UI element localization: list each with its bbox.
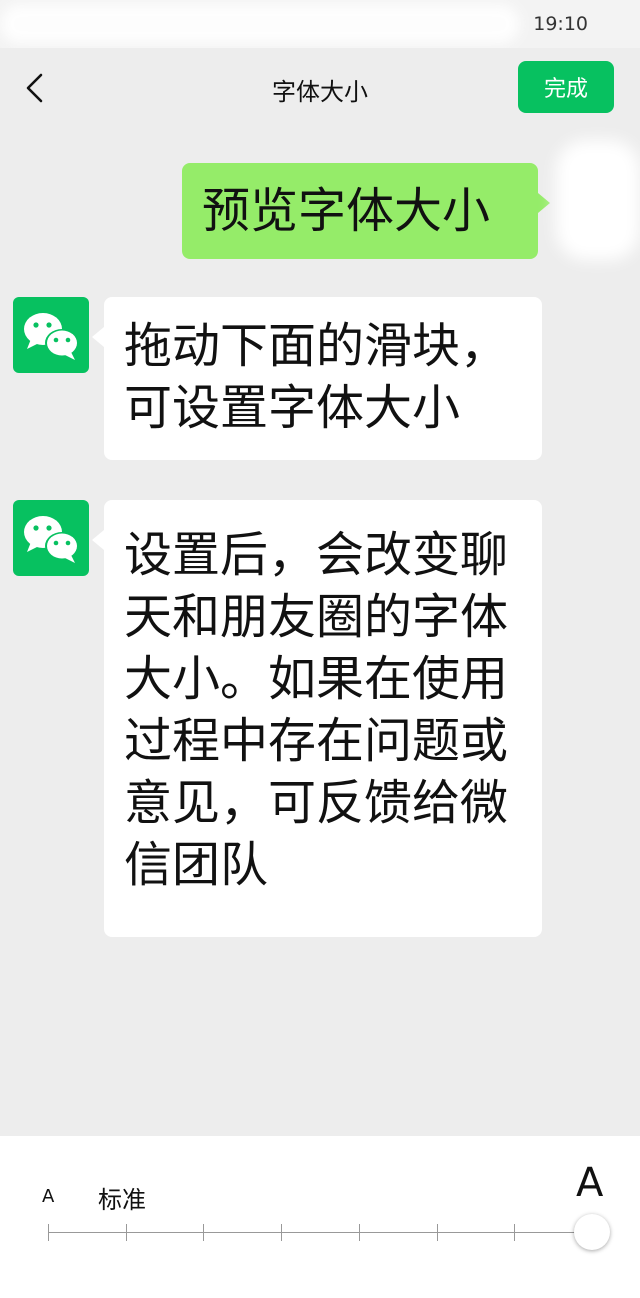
slider-tick[interactable] [358,1224,360,1241]
my-message-text: 预览字体大小 [202,183,491,239]
message-line: 信团队 [124,837,269,893]
large-font-label: A [576,1160,604,1206]
nav-bar: 字体大小 完成 [0,48,640,128]
status-bar-redaction [0,4,520,44]
done-button[interactable]: 完成 [518,61,614,113]
my-message-bubble: 预览字体大小 [182,163,550,259]
my-avatar [556,140,640,260]
message-line: 过程中存在问题或 [124,713,509,769]
message-line: 设置后，会改变聊 [124,527,509,583]
other-message-bubble: 拖动下面的滑块， 可设置字体大小 [92,297,542,460]
standard-font-label: 标准 [98,1186,146,1214]
message-line: 可设置字体大小 [124,380,461,436]
slider-tick[interactable] [281,1224,283,1241]
slider-tick[interactable] [125,1224,127,1241]
font-size-panel: A 标准 A [0,1136,640,1298]
message-line: 拖动下面的滑块， [124,318,509,374]
status-time: 19:10 [533,13,588,35]
slider-tick[interactable] [48,1224,49,1241]
slider-tick[interactable] [203,1224,205,1241]
wechat-logo-icon [24,313,79,360]
other-message-bubble: 设置后，会改变聊 天和朋友圈的字体 大小。如果在使用 过程中存在问题或 意见，可… [92,500,542,937]
avatar [13,500,89,576]
font-size-slider[interactable] [48,1214,610,1250]
slider-tick[interactable] [436,1224,438,1241]
status-bar: 19:10 [0,0,640,48]
message-text: 拖动下面的滑块， 可设置字体大小 [124,315,522,439]
small-font-label: A [42,1186,55,1207]
slider-thumb[interactable] [574,1214,610,1250]
wechat-logo-icon [24,516,79,563]
avatar [13,297,89,373]
message-line: 大小。如果在使用 [124,651,509,707]
message-text: 设置后，会改变聊 天和朋友圈的字体 大小。如果在使用 过程中存在问题或 意见，可… [124,524,522,896]
message-line: 天和朋友圈的字体 [124,589,509,645]
slider-tick[interactable] [514,1224,516,1241]
message-line: 意见，可反馈给微 [124,775,509,831]
